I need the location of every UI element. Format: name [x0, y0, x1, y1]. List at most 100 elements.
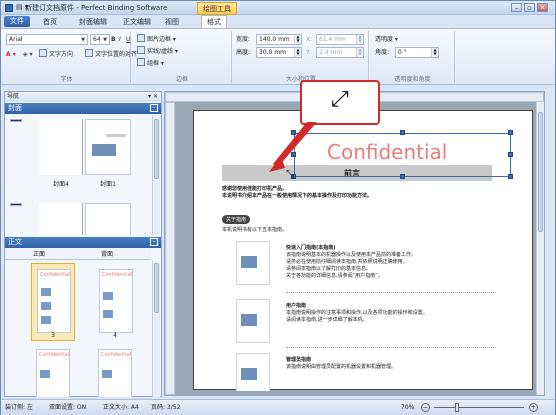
resize-handle-b[interactable] — [400, 174, 405, 179]
guide-1-line-3: 请参阅本指南以了解打印的基本信息。 — [286, 266, 372, 272]
tab-home[interactable]: 首页 — [43, 17, 57, 27]
body-page-4[interactable]: Confidential 4 — [93, 263, 137, 341]
italic-button[interactable]: I — [119, 34, 121, 45]
resize-handle-r[interactable] — [508, 152, 513, 157]
page-3-image-3 — [41, 316, 51, 324]
resize-handle-tr[interactable] — [508, 130, 513, 135]
font-group: Arial ▼ 64 ▼ B I U A ▾ ◈ ▾ 文字方向 文字位置的对齐 字体 — [3, 31, 137, 83]
body-page-5[interactable]: Confidential — [36, 349, 70, 397]
zoom-slider-track[interactable] — [434, 407, 524, 408]
height-input[interactable]: 30.0 mm ▲ ▼ — [256, 47, 302, 58]
cover-label-1: 封面1 — [100, 181, 116, 188]
body-page-3[interactable]: Confidential 3 — [31, 263, 75, 341]
guide-cover-3 — [236, 353, 270, 391]
height-label: 高度: — [236, 49, 251, 56]
body-page-6[interactable]: Confidential — [98, 349, 132, 397]
y-label: Y: — [306, 49, 311, 56]
divider-2 — [286, 347, 496, 348]
resize-callout: ⤢ — [300, 80, 380, 125]
border-group-label: 边框 — [175, 76, 188, 83]
tab-format[interactable]: 格式 — [201, 15, 227, 29]
tab-cover-edit[interactable]: 封面编辑 — [79, 17, 107, 27]
font-color-button[interactable]: A ▾ — [6, 49, 16, 60]
zoom-in-button[interactable]: + — [529, 403, 538, 412]
angle-input[interactable]: 0 ° ▲ ▼ — [395, 47, 439, 58]
front-column-label: 正面 — [33, 251, 46, 258]
zoom-slider-thumb[interactable] — [455, 403, 459, 412]
collapse-icon[interactable]: – — [150, 104, 158, 112]
font-size-select[interactable]: 64 ▼ — [90, 34, 110, 45]
size-position-group: 宽度: 140.0 mm ▲ ▼ 高度: 30.0 mm ▲ ▼ X: 61.4 mm ▲… — [234, 31, 369, 83]
document-scrollbar[interactable] — [536, 102, 544, 395]
panel-pin-icon[interactable]: ▾ ✕ — [148, 92, 158, 102]
close-button[interactable]: ✕ — [537, 3, 548, 12]
group-frame-button[interactable]: 组框 ▾ — [137, 58, 164, 69]
cover-marker — [10, 119, 22, 122]
cover-page-4[interactable] — [39, 119, 83, 175]
underline-button[interactable]: U — [126, 34, 130, 45]
body-scrollbar[interactable] — [152, 261, 160, 397]
resize-handle-t[interactable] — [400, 130, 405, 135]
line-style-button[interactable]: 实线/虚线 ▾ — [137, 46, 178, 57]
body-size: 正文大小: A4 — [103, 404, 139, 411]
text-direction-button[interactable]: 文字方向 — [39, 49, 73, 60]
document-scroll-thumb[interactable] — [538, 112, 543, 232]
app-icon[interactable] — [5, 4, 13, 12]
align-icon — [85, 49, 93, 57]
file-tab[interactable]: 文件 — [4, 16, 30, 27]
body-scroll-thumb[interactable] — [154, 263, 159, 313]
guide-1-line-1: 该指南说明基本的机器操作以及使用本产品前的准备工作。 — [286, 252, 417, 258]
intro-line-2: 本说明书介绍本产品在一般使用情况下的基本操作及打印功能方法。 — [222, 193, 373, 199]
cover-page-1[interactable] — [85, 119, 131, 175]
resize-handle-br[interactable] — [508, 174, 513, 179]
collapse-icon[interactable]: – — [150, 238, 158, 246]
transparency-group-label: 透明度和角度 — [394, 76, 431, 83]
highlight-button[interactable]: ◈ ▾ — [23, 49, 33, 60]
cover-scrollbar[interactable] — [152, 115, 160, 235]
opacity-button[interactable]: 透明度 ▾ — [375, 34, 398, 45]
x-input[interactable]: 61.4 mm ▲ ▼ — [316, 34, 364, 45]
section-pill: 关于指南 — [222, 215, 251, 224]
guide-1-line-4: 关于各功能的详细信息,请参阅“用户指南”。 — [286, 273, 383, 279]
zoom-out-button[interactable]: − — [421, 403, 430, 412]
y-input[interactable]: 2.4 mm ▲ ▼ — [316, 47, 364, 58]
bold-button[interactable]: B — [111, 34, 116, 45]
body-thumbs: Confidential 3 Confidential 4 Confidenti… — [5, 261, 152, 397]
page-3-watermark: Confidential — [40, 272, 71, 278]
context-tab-drawing-tools[interactable]: 绘图工具 — [197, 2, 237, 15]
cover-page-2[interactable] — [39, 203, 83, 235]
app-window: ▤ ▾ 新建订文档原件 - Perfect Binding Software 绘… — [0, 0, 556, 415]
width-input[interactable]: 140.0 mm ▲ ▼ — [256, 34, 302, 45]
minimize-button[interactable]: – — [511, 3, 522, 12]
tab-view[interactable]: 视图 — [165, 17, 179, 27]
image-border-button[interactable]: 图片边框 ▾ — [137, 34, 176, 45]
cover-scroll-thumb[interactable] — [154, 119, 159, 179]
cover-page-3[interactable] — [85, 203, 131, 235]
binding-side: 装订侧: 左 — [5, 404, 33, 411]
text-align-button[interactable]: 文字位置的对齐 — [85, 49, 137, 60]
zoom-level: 70% — [401, 404, 415, 411]
body-section-header[interactable]: 正文 – — [5, 237, 161, 248]
font-name-select[interactable]: Arial ▼ — [6, 34, 88, 45]
tab-body-edit[interactable]: 正文编辑 — [123, 17, 151, 27]
font-group-label: 字体 — [60, 76, 73, 83]
duplex-setting: 双面设置: ON — [49, 404, 87, 411]
guide-3-line-1: 该指南说明由管理员配置的机器设置和机器管理。 — [286, 364, 397, 370]
page-canvas[interactable]: 前言 感谢您使用佳能打印机产品。 本说明书介绍本产品在一般使用情况下的基本操作及… — [193, 110, 533, 391]
divider-1 — [286, 292, 496, 293]
page-3-preview: Confidential — [37, 269, 71, 333]
maximize-button[interactable]: ▫ — [524, 3, 535, 12]
guide-image-3 — [241, 368, 257, 380]
status-bar: 装订侧: 左 双面设置: ON 正文大小: A4 页码: 3/52 70% − … — [1, 399, 555, 415]
cover-label-4: 封面4 — [53, 181, 69, 188]
page-5-watermark: Confidential — [39, 352, 70, 358]
border-group: 图片边框 ▾ 实线/虚线 ▾ 组框 ▾ 边框 — [133, 31, 232, 83]
cover-section-header[interactable]: 封面 – — [5, 103, 161, 114]
navigation-header: 导航 ▾ ✕ — [5, 92, 161, 102]
back-column-label: 背面 — [101, 251, 114, 258]
watermark-text[interactable]: Confidential — [327, 140, 447, 164]
guide-image-2 — [241, 314, 257, 326]
cover-marker-2 — [10, 203, 22, 206]
page-4-image — [103, 292, 113, 300]
guide-1-title: 快速入门指南(本指南) — [286, 245, 336, 251]
